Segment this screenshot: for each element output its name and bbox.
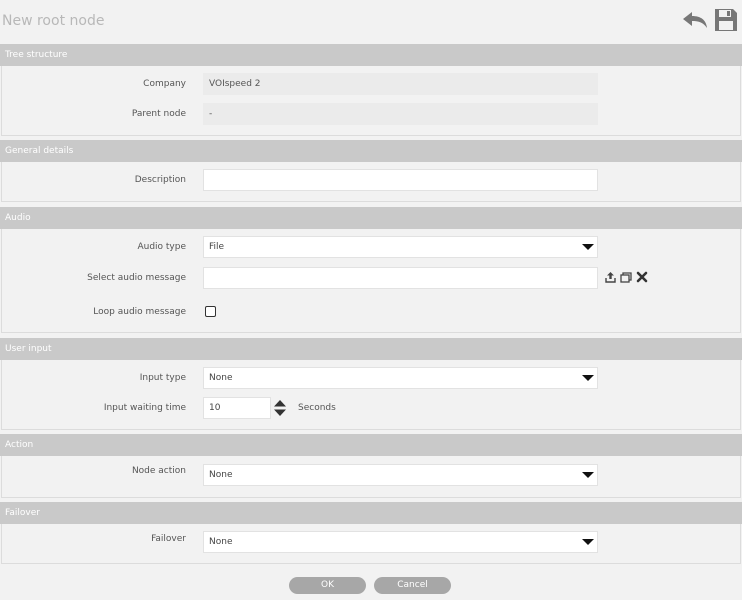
back-icon[interactable] — [682, 9, 708, 31]
description-input[interactable] — [203, 169, 598, 191]
input-type-label: Input type — [139, 373, 186, 383]
row-audio-message: Select audio message — [2, 267, 742, 289]
row-loop-audio: Loop audio message — [2, 301, 742, 323]
chevron-down-icon — [582, 539, 594, 545]
audio-message-actions — [605, 271, 648, 286]
row-description: Description — [2, 169, 742, 191]
section-header-failover: Failover — [0, 502, 742, 524]
chevron-down-icon — [582, 244, 594, 250]
input-waiting-time-unit: Seconds — [298, 403, 336, 413]
audio-type-label: Audio type — [137, 242, 186, 252]
section-header-action: Action — [0, 434, 742, 456]
company-field: VOIspeed 2 — [203, 73, 598, 95]
row-company: Company VOIspeed 2 — [2, 73, 742, 95]
input-waiting-time-label: Input waiting time — [103, 403, 186, 413]
section-header-tree-structure: Tree structure — [0, 44, 742, 66]
company-label: Company — [143, 79, 186, 89]
section-header-audio: Audio — [0, 207, 742, 229]
audio-type-value: File — [209, 242, 225, 252]
section-failover: Failover — [0, 502, 742, 524]
node-action-label: Node action — [131, 466, 186, 476]
section-general-details: General details — [0, 140, 742, 162]
section-tree-structure: Tree structure — [0, 44, 742, 66]
section-body-action: Node action None — [1, 456, 741, 498]
loop-audio-checkbox[interactable] — [205, 306, 216, 317]
failover-value: None — [209, 537, 233, 547]
node-action-select[interactable]: None — [203, 464, 598, 486]
section-header-user-input: User input — [0, 338, 742, 360]
page-title: New root node — [2, 13, 105, 29]
save-icon[interactable] — [714, 8, 738, 32]
row-parent-node: Parent node - — [2, 103, 742, 125]
input-type-select[interactable]: None — [203, 367, 598, 389]
section-header-general-details: General details — [0, 140, 742, 162]
row-audio-type: Audio type File — [2, 236, 742, 258]
audio-type-select[interactable]: File — [203, 236, 598, 258]
node-action-value: None — [209, 470, 233, 480]
ok-button[interactable]: OK — [289, 577, 366, 594]
section-action: Action — [0, 434, 742, 456]
section-body-general-details: Description — [1, 162, 741, 202]
input-type-value: None — [209, 373, 233, 383]
description-label: Description — [134, 175, 186, 185]
row-input-waiting-time: Input waiting time 10 Seconds — [2, 397, 742, 419]
failover-label: Failover — [151, 534, 186, 544]
row-input-type: Input type None — [2, 367, 742, 389]
upload-icon[interactable] — [605, 271, 616, 286]
spinner-arrows-icon[interactable] — [273, 399, 287, 420]
section-user-input: User input — [0, 338, 742, 360]
audio-message-input[interactable] — [203, 267, 598, 289]
cancel-button[interactable]: Cancel — [374, 577, 451, 594]
loop-audio-label: Loop audio message — [93, 307, 186, 317]
section-body-user-input: Input type None Input waiting time 10 Se… — [1, 360, 741, 430]
failover-select[interactable]: None — [203, 531, 598, 553]
input-waiting-time-input[interactable]: 10 — [203, 397, 271, 419]
row-node-action: Node action None — [2, 464, 742, 486]
section-body-audio: Audio type File Select audio message Loo… — [1, 229, 741, 333]
parent-node-field: - — [203, 103, 598, 125]
chevron-down-icon — [582, 472, 594, 478]
row-failover: Failover None — [2, 531, 742, 553]
copy-icon[interactable] — [620, 271, 632, 286]
section-audio: Audio — [0, 207, 742, 229]
top-actions — [682, 8, 738, 32]
close-icon[interactable] — [636, 271, 648, 286]
parent-node-label: Parent node — [131, 109, 186, 119]
audio-message-label: Select audio message — [87, 273, 186, 283]
section-body-failover: Failover None — [1, 524, 741, 564]
section-body-tree-structure: Company VOIspeed 2 Parent node - — [1, 66, 741, 136]
chevron-down-icon — [582, 375, 594, 381]
